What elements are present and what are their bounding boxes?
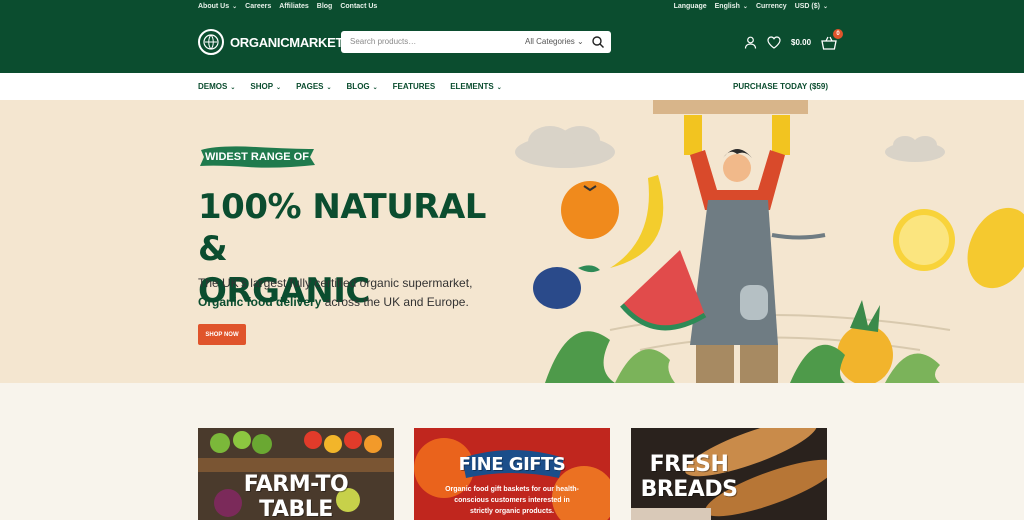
- user-icon[interactable]: [744, 36, 757, 49]
- heart-icon[interactable]: [767, 35, 781, 49]
- nav-item-demos[interactable]: DEMOS ⌄: [198, 82, 235, 91]
- category-select[interactable]: All Categories ⌄: [525, 37, 584, 46]
- hero-tag: WIDEST RANGE OF: [198, 144, 316, 170]
- language-select[interactable]: English ⌄: [715, 3, 748, 10]
- top-link-contact[interactable]: Contact Us: [340, 3, 377, 10]
- logo-text: ORGANICMARKET: [230, 34, 344, 50]
- top-links: About Us ⌄ Careers Affiliates Blog Contac…: [198, 3, 377, 10]
- cloud-icon: [515, 126, 615, 168]
- chevron-down-icon: ⌄: [276, 85, 282, 91]
- nav-item-elements[interactable]: ELEMENTS ⌄: [450, 82, 502, 91]
- hero-banner: WIDEST RANGE OF 100% NATURAL & ORGANIC T…: [0, 100, 1024, 383]
- hero-subtitle: The UK's largest fully certified organic…: [198, 276, 473, 309]
- nav-item-pages[interactable]: PAGES ⌄: [296, 82, 331, 91]
- card-title: FINE GIFTS: [458, 454, 566, 475]
- top-link-blog[interactable]: Blog: [317, 3, 333, 10]
- chevron-down-icon: ⌄: [232, 4, 238, 10]
- chevron-down-icon: ⌄: [742, 4, 748, 10]
- top-link-careers[interactable]: Careers: [245, 3, 271, 10]
- currency-select[interactable]: USD ($) ⌄: [795, 3, 828, 10]
- chevron-down-icon: ⌄: [372, 85, 378, 91]
- site-header: ORGANICMARKET Search products… All Categ…: [0, 15, 1024, 90]
- card-fresh-breads[interactable]: FRESH BREADS: [631, 428, 827, 520]
- lemon-fruit: [967, 207, 1024, 289]
- card-title: FARM-TO TABLE: [243, 472, 349, 520]
- cart-button[interactable]: 0: [821, 29, 844, 50]
- locale-switchers: Language English ⌄ Currency USD ($) ⌄: [674, 3, 828, 10]
- chevron-down-icon: ⌄: [822, 4, 828, 10]
- cart-total[interactable]: $0.00: [791, 38, 811, 47]
- cutting-board-shape: [653, 100, 808, 114]
- card-description: Organic food gift baskets for our health…: [445, 486, 579, 515]
- currency-label: Currency: [755, 3, 787, 10]
- language-label: Language: [673, 3, 707, 10]
- search-icon[interactable]: [591, 35, 605, 49]
- search-bar[interactable]: Search products… All Categories ⌄: [341, 31, 611, 53]
- top-utility-bar: About Us ⌄ Careers Affiliates Blog Contac…: [0, 0, 1024, 15]
- farmer-character: [684, 115, 826, 383]
- shop-now-button[interactable]: SHOP NOW: [198, 324, 246, 345]
- search-input[interactable]: Search products…: [350, 37, 416, 46]
- pineapple-fruit: [837, 325, 893, 383]
- cloud-icon: [885, 136, 945, 162]
- main-nav: DEMOS ⌄ SHOP ⌄ PAGES ⌄ BLOG ⌄ FEATURES ELEME…: [0, 73, 1024, 100]
- globe-logo-icon: [198, 29, 224, 55]
- cart-count-badge: 0: [833, 29, 844, 39]
- card-farm-to-table[interactable]: FARM-TO TABLE: [198, 428, 394, 520]
- top-link-affiliates[interactable]: Affiliates: [279, 3, 309, 10]
- category-cards: FARM-TO TABLE FINE GIFTS Organic food gi…: [0, 383, 1024, 520]
- nav-item-shop[interactable]: SHOP ⌄: [250, 82, 281, 91]
- site-logo[interactable]: ORGANICMARKET: [198, 29, 343, 55]
- plum-fruit: [533, 267, 581, 309]
- chevron-down-icon: ⌄: [230, 85, 236, 91]
- nav-item-features[interactable]: FEATURES: [393, 82, 436, 91]
- nav-items: DEMOS ⌄ SHOP ⌄ PAGES ⌄ BLOG ⌄ FEATURES ELEME…: [198, 82, 502, 91]
- header-actions: $0.00 0: [744, 29, 844, 50]
- top-link-about[interactable]: About Us ⌄: [198, 3, 237, 10]
- chevron-down-icon: ⌄: [496, 85, 502, 91]
- purchase-link[interactable]: PURCHASE TODAY ($59): [733, 82, 828, 91]
- hero-illustration: [515, 100, 1024, 383]
- nav-item-blog[interactable]: BLOG ⌄: [347, 82, 378, 91]
- card-title: FRESH BREADS: [640, 452, 738, 502]
- leaf-shape: [545, 331, 615, 383]
- card-fine-gifts[interactable]: FINE GIFTS Organic food gift baskets for…: [414, 428, 610, 520]
- banana-fruit: [610, 175, 664, 268]
- chevron-down-icon: ⌄: [326, 85, 332, 91]
